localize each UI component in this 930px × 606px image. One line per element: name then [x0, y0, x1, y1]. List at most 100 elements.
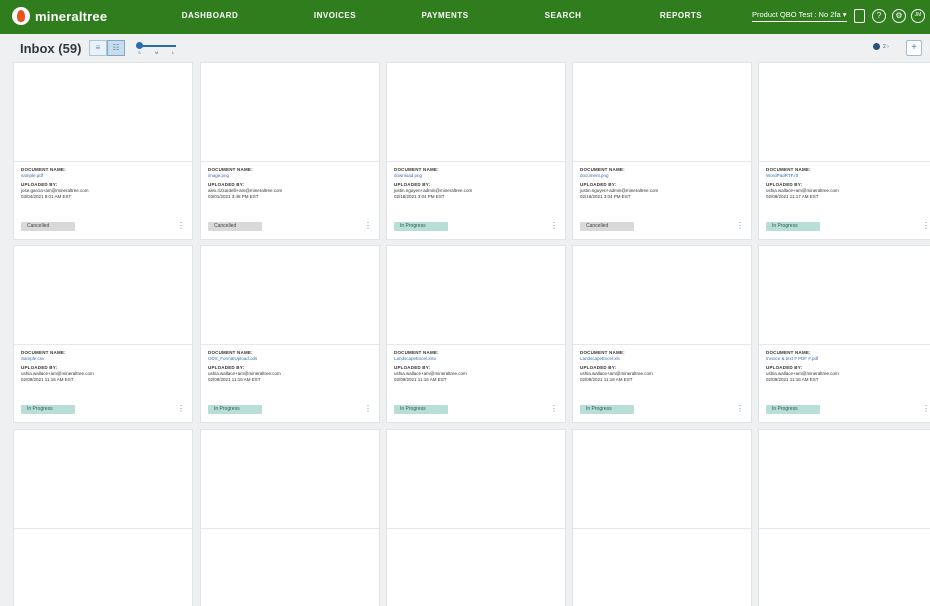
- document-icon[interactable]: [854, 9, 865, 23]
- card-details: DOCUMENT NAME: download.png UPLOADED BY: ju…: [394, 167, 559, 199]
- card-details: DOCUMENT NAME: WordPadRTF.rtf UPLOADED BY:…: [766, 167, 930, 199]
- document-card[interactable]: [573, 430, 751, 606]
- document-preview[interactable]: [573, 63, 751, 162]
- card-details: DOCUMENT NAME: Sample.csv UPLOADED BY: ushi…: [21, 350, 186, 382]
- document-preview[interactable]: [201, 430, 379, 529]
- uploaded-by-label: UPLOADED BY:: [394, 365, 431, 370]
- more-options-icon[interactable]: ⋮: [736, 404, 744, 414]
- settings-icon[interactable]: ⚙: [892, 9, 906, 23]
- document-preview[interactable]: [387, 430, 565, 529]
- status-badge: In Progress: [766, 405, 820, 414]
- pager-current-dot: [873, 43, 880, 50]
- doc-name[interactable]: document.png: [580, 173, 745, 178]
- document-preview[interactable]: [201, 246, 379, 345]
- upload-date: 02/09/2021 11:16 AM EST: [208, 377, 261, 382]
- upload-date: 02/09/2021 11:16 AM EST: [766, 377, 819, 382]
- document-preview[interactable]: [387, 246, 565, 345]
- nav-dashboard[interactable]: DASHBOARD: [165, 11, 255, 20]
- card-size-slider[interactable]: S M L: [136, 40, 176, 56]
- pager-text: 2 ›: [883, 43, 889, 50]
- document-card[interactable]: DOCUMENT NAME: image.png UPLOADED BY: alex.…: [201, 63, 379, 239]
- document-card[interactable]: DOCUMENT NAME: LandscapeExcel.xls UPLOADED…: [573, 246, 751, 422]
- more-options-icon[interactable]: ⋮: [364, 221, 372, 231]
- upload-date: 02/09/2021 11:16 AM EST: [394, 377, 447, 382]
- document-preview[interactable]: [14, 246, 192, 345]
- doc-name[interactable]: download.png: [394, 173, 559, 178]
- document-preview[interactable]: [759, 63, 930, 162]
- document-card[interactable]: DOCUMENT NAME: Sample.csv UPLOADED BY: ushi…: [14, 246, 192, 422]
- doc-name-label: DOCUMENT NAME:: [208, 350, 253, 355]
- nav-payments[interactable]: PAYMENTS: [400, 11, 490, 20]
- slider-handle[interactable]: [136, 42, 143, 49]
- document-preview[interactable]: [759, 430, 930, 529]
- doc-name-label: DOCUMENT NAME:: [208, 167, 253, 172]
- list-view-button[interactable]: ≡: [89, 40, 107, 56]
- more-options-icon[interactable]: ⋮: [177, 221, 185, 231]
- doc-name-label: DOCUMENT NAME:: [766, 350, 811, 355]
- document-card[interactable]: [759, 430, 930, 606]
- brand-name: mineraltree: [35, 8, 108, 24]
- grid-view-button[interactable]: ☷: [107, 40, 125, 56]
- more-options-icon[interactable]: ⋮: [922, 221, 930, 231]
- more-options-icon[interactable]: ⋮: [364, 404, 372, 414]
- document-card[interactable]: [14, 430, 192, 606]
- uploader-email: ushia.wallace+am@mineraltree.com: [766, 188, 839, 193]
- doc-name[interactable]: LandscapeExcel.xlsx: [394, 356, 559, 361]
- document-preview[interactable]: [573, 246, 751, 345]
- doc-name[interactable]: Sample.csv: [21, 356, 186, 361]
- doc-name-label: DOCUMENT NAME:: [21, 167, 66, 172]
- document-card[interactable]: [201, 430, 379, 606]
- uploader-email: ushia.wallace+am@mineraltree.com: [394, 371, 467, 376]
- doc-name[interactable]: ODS_FormatUpload.ods: [208, 356, 373, 361]
- doc-name[interactable]: sample.pdf: [21, 173, 186, 178]
- more-options-icon[interactable]: ⋮: [177, 404, 185, 414]
- document-preview[interactable]: [387, 63, 565, 162]
- upload-date: 02/09/2021 11:17 AM EST: [766, 194, 819, 199]
- doc-name[interactable]: image.png: [208, 173, 373, 178]
- document-preview[interactable]: [14, 63, 192, 162]
- uploader-email: jose.garcia+am@mineraltree.com: [21, 188, 89, 193]
- user-avatar[interactable]: JM: [911, 9, 925, 23]
- document-card[interactable]: DOCUMENT NAME: Invoice & text # PDF #.pdf…: [759, 246, 930, 422]
- document-card[interactable]: DOCUMENT NAME: ODS_FormatUpload.ods UPLOAD…: [201, 246, 379, 422]
- nav-search[interactable]: SEARCH: [518, 11, 608, 20]
- document-card[interactable]: DOCUMENT NAME: sample.pdf UPLOADED BY: jose…: [14, 63, 192, 239]
- status-badge: In Progress: [208, 405, 262, 414]
- document-preview[interactable]: [573, 430, 751, 529]
- card-details: DOCUMENT NAME: LandscapeExcel.xlsx UPLOADE…: [394, 350, 559, 382]
- more-options-icon[interactable]: ⋮: [736, 221, 744, 231]
- doc-name-label: DOCUMENT NAME:: [580, 350, 625, 355]
- pager[interactable]: 2 ›: [873, 43, 889, 50]
- more-options-icon[interactable]: ⋮: [550, 404, 558, 414]
- status-badge: Cancelled: [21, 222, 75, 231]
- document-card[interactable]: DOCUMENT NAME: LandscapeExcel.xlsx UPLOADE…: [387, 246, 565, 422]
- document-card[interactable]: DOCUMENT NAME: download.png UPLOADED BY: ju…: [387, 63, 565, 239]
- more-options-icon[interactable]: ⋮: [550, 221, 558, 231]
- company-selector[interactable]: Product QBO Test : No 2fa ▾: [752, 10, 847, 22]
- card-details: DOCUMENT NAME: Invoice & text # PDF #.pdf…: [766, 350, 930, 382]
- card-details: DOCUMENT NAME: image.png UPLOADED BY: alex.…: [208, 167, 373, 199]
- add-document-button[interactable]: +: [906, 40, 922, 56]
- status-badge: In Progress: [394, 405, 448, 414]
- upload-date: 02/18/2021 3:04 PM EST: [580, 194, 631, 199]
- card-details: DOCUMENT NAME: ODS_FormatUpload.ods UPLOAD…: [208, 350, 373, 382]
- document-card[interactable]: [387, 430, 565, 606]
- more-options-icon[interactable]: ⋮: [922, 404, 930, 414]
- nav-reports[interactable]: REPORTS: [636, 11, 726, 20]
- doc-name-label: DOCUMENT NAME:: [766, 167, 811, 172]
- document-card[interactable]: DOCUMENT NAME: WordPadRTF.rtf UPLOADED BY:…: [759, 63, 930, 239]
- brand-logo[interactable]: mineraltree: [12, 7, 107, 25]
- card-details: DOCUMENT NAME: LandscapeExcel.xls UPLOADED…: [580, 350, 745, 382]
- doc-name[interactable]: LandscapeExcel.xls: [580, 356, 745, 361]
- uploader-email: ushia.wallace+am@mineraltree.com: [580, 371, 653, 376]
- document-preview[interactable]: [201, 63, 379, 162]
- document-preview[interactable]: [759, 246, 930, 345]
- help-icon[interactable]: ?: [872, 9, 886, 23]
- document-preview[interactable]: [14, 430, 192, 529]
- status-badge: In Progress: [580, 405, 634, 414]
- document-card[interactable]: DOCUMENT NAME: document.png UPLOADED BY: ju…: [573, 63, 751, 239]
- uploaded-by-label: UPLOADED BY:: [208, 365, 245, 370]
- nav-invoices[interactable]: INVOICES: [290, 11, 380, 20]
- doc-name[interactable]: WordPadRTF.rtf: [766, 173, 930, 178]
- doc-name[interactable]: Invoice & text # PDF #.pdf: [766, 356, 930, 361]
